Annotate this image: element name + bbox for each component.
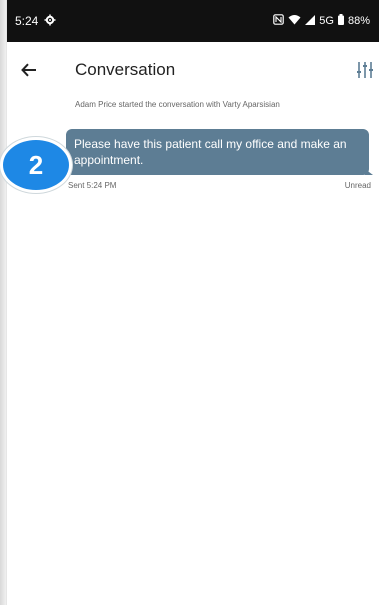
message-text: Please have this patient call my office … xyxy=(74,137,347,167)
settings-gear-icon xyxy=(44,14,56,29)
back-arrow-icon[interactable] xyxy=(17,58,41,82)
message-meta-row: Sent 5:24 PM Unread xyxy=(68,181,371,190)
status-bar: 5:24 5G 88% xyxy=(7,0,379,42)
conversation-started-text: Adam Price started the conversation with… xyxy=(75,100,280,109)
status-time: 5:24 xyxy=(15,14,39,28)
bubble-tail xyxy=(365,169,373,175)
message-bubble[interactable]: Please have this patient call my office … xyxy=(66,129,373,175)
sent-timestamp: Sent 5:24 PM xyxy=(68,181,117,190)
network-type: 5G xyxy=(319,15,334,27)
step-number: 2 xyxy=(28,149,44,180)
battery-level: 88% xyxy=(347,15,370,27)
signal-icon xyxy=(305,14,316,28)
page-title: Conversation xyxy=(75,60,176,79)
status-left: 5:24 xyxy=(15,14,56,29)
app-bar: Conversation xyxy=(7,42,379,98)
screenshot-frame: 5:24 5G 88% Conversation Adam Price star… xyxy=(0,0,379,605)
step-number-badge: 2 xyxy=(0,137,72,193)
phone-screen: 5:24 5G 88% Conversation Adam Price star… xyxy=(6,0,379,605)
nfc-icon xyxy=(273,14,285,28)
status-right: 5G 88% xyxy=(273,14,370,28)
read-status: Unread xyxy=(344,181,371,190)
battery-icon xyxy=(337,14,344,28)
filter-sliders-icon[interactable] xyxy=(356,60,374,80)
wifi-icon xyxy=(288,14,301,28)
